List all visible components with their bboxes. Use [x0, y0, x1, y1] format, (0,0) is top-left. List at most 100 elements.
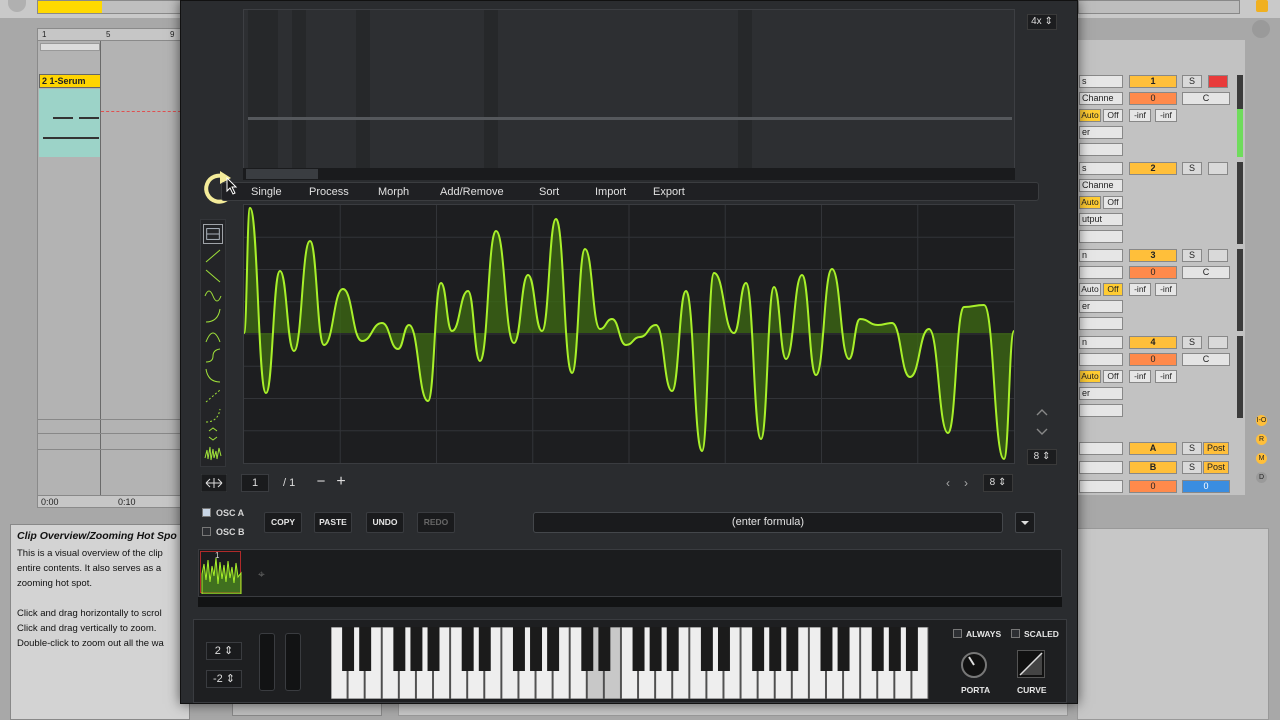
- arm-button[interactable]: [1208, 162, 1228, 175]
- monitor-off-button[interactable]: Off: [1103, 109, 1123, 122]
- track-pan[interactable]: C: [1182, 266, 1230, 279]
- dotted-curve-tool-icon[interactable]: [203, 406, 223, 426]
- solo-button[interactable]: S: [1182, 162, 1202, 175]
- black-key[interactable]: [752, 627, 765, 671]
- menu-single[interactable]: Single: [251, 183, 282, 201]
- osc-a-checkbox[interactable]: [202, 508, 211, 517]
- black-key[interactable]: [547, 627, 560, 671]
- black-key[interactable]: [820, 627, 833, 671]
- thumbnail-scrollbar[interactable]: [198, 597, 1062, 607]
- track-volume[interactable]: 0: [1129, 266, 1177, 279]
- monitor-auto-button[interactable]: Auto: [1079, 283, 1101, 296]
- output-channel-select[interactable]: [1079, 230, 1123, 243]
- input-channel-select[interactable]: [1079, 353, 1123, 366]
- remove-frame-button[interactable]: −: [313, 474, 329, 492]
- mod-wheel[interactable]: [285, 633, 301, 691]
- black-key[interactable]: [666, 627, 679, 671]
- monitor-off-button[interactable]: Off: [1103, 196, 1123, 209]
- return-toggle-icon[interactable]: R: [1256, 434, 1267, 445]
- frame-thumbnail-strip[interactable]: [198, 549, 1062, 597]
- clip-ruler[interactable]: 1 5 9: [38, 29, 181, 41]
- input-type-select[interactable]: s: [1079, 75, 1123, 88]
- black-key[interactable]: [359, 627, 372, 671]
- sine-tool-icon[interactable]: [203, 286, 223, 306]
- menu-export[interactable]: Export: [653, 183, 685, 201]
- wavetable-3d-view[interactable]: [243, 9, 1015, 169]
- curve-control[interactable]: [1017, 650, 1045, 678]
- output-channel-select[interactable]: [1079, 317, 1123, 330]
- curve-down-tool-icon[interactable]: [203, 366, 223, 386]
- pitch-bend-down-field[interactable]: -2 ⇕: [206, 670, 242, 688]
- output-type-select[interactable]: er: [1079, 126, 1123, 139]
- black-key[interactable]: [632, 627, 645, 671]
- black-key[interactable]: [649, 627, 662, 671]
- curve-up-tool-icon[interactable]: [203, 306, 223, 326]
- menu-morph[interactable]: Morph: [378, 183, 409, 201]
- menu-sort[interactable]: Sort: [539, 183, 559, 201]
- formula-input[interactable]: (enter formula): [533, 512, 1003, 533]
- monitor-auto-button[interactable]: Auto: [1079, 196, 1101, 209]
- pitch-bend-up-field[interactable]: 2 ⇕: [206, 642, 242, 660]
- noise-tool-icon[interactable]: [203, 444, 223, 464]
- formula-dropdown[interactable]: [1015, 512, 1035, 533]
- black-key[interactable]: [478, 627, 491, 671]
- black-key[interactable]: [512, 627, 525, 671]
- osc-b-checkbox[interactable]: [202, 527, 211, 536]
- return-b[interactable]: B: [1129, 461, 1177, 474]
- input-type-select[interactable]: n: [1079, 336, 1123, 349]
- grid-size-select-secondary[interactable]: 8 ⇕: [983, 474, 1013, 492]
- input-channel-select[interactable]: Channe: [1079, 92, 1123, 105]
- arm-button[interactable]: [1208, 75, 1228, 88]
- output-type-select[interactable]: utput: [1079, 213, 1123, 226]
- ramp-down-tool-icon[interactable]: [203, 266, 223, 286]
- solo-button[interactable]: S: [1182, 249, 1202, 262]
- arm-button[interactable]: [1208, 249, 1228, 262]
- black-key[interactable]: [427, 627, 440, 671]
- black-key[interactable]: [717, 627, 730, 671]
- add-frame-button[interactable]: +: [333, 474, 349, 492]
- stretch-horizontal-icon[interactable]: [201, 474, 227, 492]
- clip-title[interactable]: 2 1-Serum: [39, 74, 101, 88]
- frame-up-down-icon[interactable]: [1031, 406, 1053, 438]
- master-select[interactable]: [1079, 480, 1123, 493]
- grid-size-select[interactable]: 8 ⇕: [1027, 449, 1057, 465]
- input-type-select[interactable]: n: [1079, 249, 1123, 262]
- black-key[interactable]: [393, 627, 406, 671]
- overview-toggle-icon[interactable]: [1252, 20, 1270, 38]
- track-pan[interactable]: C: [1182, 353, 1230, 366]
- track-volume[interactable]: 0: [1129, 353, 1177, 366]
- menu-add-remove[interactable]: Add/Remove: [440, 183, 504, 201]
- track-activator-3[interactable]: 3: [1129, 249, 1177, 262]
- scaled-checkbox[interactable]: [1011, 629, 1020, 638]
- monitor-off-button[interactable]: Off: [1103, 283, 1123, 296]
- solo-button[interactable]: S: [1182, 336, 1202, 349]
- post-button[interactable]: Post: [1203, 442, 1229, 455]
- waveform-canvas[interactable]: [243, 205, 1015, 463]
- output-type-select[interactable]: er: [1079, 300, 1123, 313]
- track-activator-4[interactable]: 4: [1129, 336, 1177, 349]
- black-key[interactable]: [461, 627, 474, 671]
- black-key[interactable]: [888, 627, 901, 671]
- arrangement-strip[interactable]: [37, 0, 182, 14]
- dotted-ramp-tool-icon[interactable]: [203, 386, 223, 406]
- master-pan[interactable]: 0: [1182, 480, 1230, 493]
- monitor-auto-button[interactable]: Auto: [1079, 370, 1101, 383]
- input-channel-select[interactable]: Channe: [1079, 179, 1123, 192]
- scrollbar-thumb[interactable]: [246, 169, 318, 179]
- add-thumbnail-icon[interactable]: ⌖: [258, 567, 265, 582]
- ramp-up-tool-icon[interactable]: [203, 246, 223, 266]
- black-key[interactable]: [342, 627, 355, 671]
- delay-toggle-icon[interactable]: D: [1256, 472, 1267, 483]
- monitor-off-button[interactable]: Off: [1103, 370, 1123, 383]
- redo-button[interactable]: REDO: [417, 512, 455, 533]
- output-channel-select[interactable]: [1079, 404, 1123, 417]
- black-key[interactable]: [530, 627, 543, 671]
- black-key[interactable]: [837, 627, 850, 671]
- io-toggle-icon[interactable]: I-O: [1256, 415, 1267, 426]
- clip-body[interactable]: [39, 89, 101, 157]
- black-key[interactable]: [786, 627, 799, 671]
- black-key[interactable]: [871, 627, 884, 671]
- always-checkbox[interactable]: [953, 629, 962, 638]
- next-frame-icon[interactable]: ›: [959, 474, 973, 492]
- black-key[interactable]: [905, 627, 918, 671]
